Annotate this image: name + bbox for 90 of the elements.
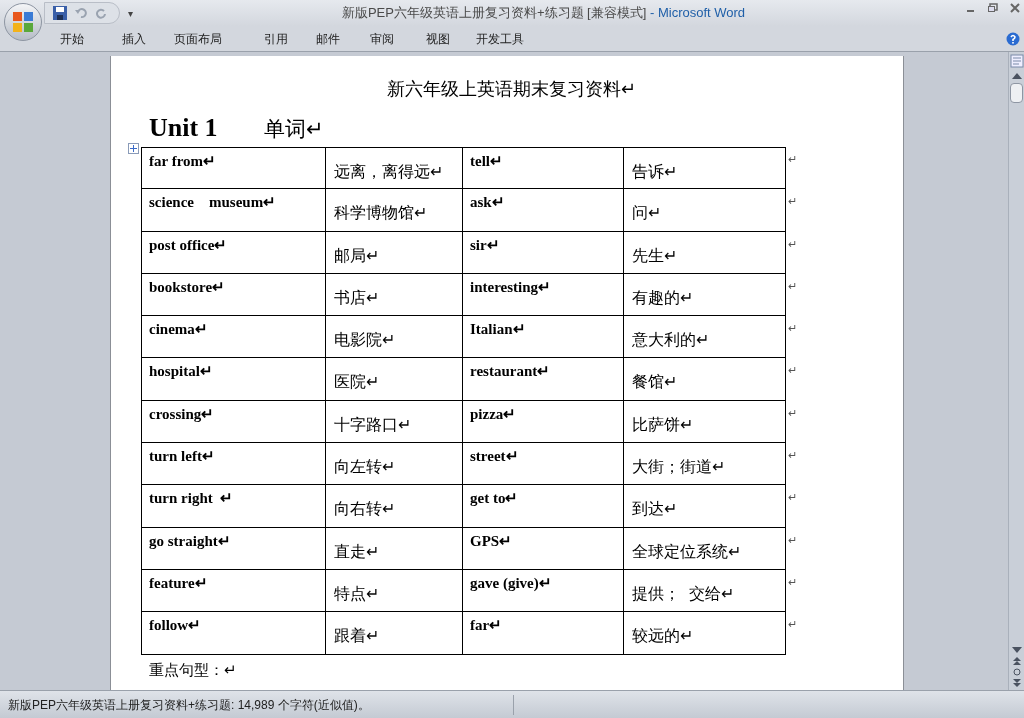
table-cell: far↵ bbox=[463, 612, 624, 655]
table-cell: crossing↵ bbox=[141, 400, 326, 444]
restore-icon[interactable] bbox=[988, 3, 998, 13]
end-of-row-mark: ↵ bbox=[788, 278, 797, 294]
unit-heading: Unit 1 bbox=[149, 113, 218, 143]
window-title: 新版PEP六年级英语上册复习资料+练习题 [兼容模式] bbox=[341, 5, 647, 21]
end-of-row-mark: ↵ bbox=[788, 236, 797, 252]
end-of-row-mark: ↵ bbox=[788, 490, 797, 506]
table-cell: 邮局↵ bbox=[326, 231, 463, 274]
table-cell: 餐馆↵ bbox=[624, 358, 786, 401]
table-cell: 特点↵ bbox=[326, 569, 463, 613]
document-title: 新六年级上英语期末复习资料↵ bbox=[386, 78, 636, 101]
table-cell: 问↵ bbox=[624, 189, 786, 232]
table-cell: 电影院↵ bbox=[326, 316, 463, 359]
table-cell: 向左转↵ bbox=[326, 443, 463, 486]
table-cell: gave (give)↵ bbox=[463, 569, 624, 613]
table-cell: 直走↵ bbox=[326, 527, 463, 570]
table-cell: go straight↵ bbox=[141, 527, 326, 570]
ribbon-tab[interactable]: 插入 bbox=[112, 27, 164, 50]
table-cell: bookstore↵ bbox=[141, 273, 326, 317]
table-cell: 有趣的↵ bbox=[624, 273, 786, 317]
table-cell: 跟着↵ bbox=[326, 612, 463, 655]
next-page-icon[interactable] bbox=[1012, 679, 1021, 687]
table-cell: cinema↵ bbox=[141, 316, 326, 359]
ruler-toggle-icon[interactable] bbox=[1009, 54, 1024, 68]
section-heading: 单词↵ bbox=[263, 116, 324, 142]
end-of-row-mark: ↵ bbox=[788, 152, 797, 167]
customize-toolbar-button[interactable]: ▾ bbox=[128, 5, 133, 21]
scroll-down-icon[interactable] bbox=[1011, 647, 1022, 654]
table-cell: science museum↵ bbox=[141, 189, 326, 232]
table-cell: feature↵ bbox=[141, 569, 326, 613]
end-of-row-mark: ↵ bbox=[788, 532, 797, 548]
table-cell: pizza↵ bbox=[463, 400, 624, 444]
table-move-handle-icon[interactable] bbox=[128, 143, 139, 154]
scroll-up-icon[interactable] bbox=[1011, 72, 1022, 79]
table-cell: 书店↵ bbox=[326, 273, 463, 317]
table-cell: 全球定位系统↵ bbox=[624, 527, 786, 570]
end-of-row-mark: ↵ bbox=[788, 405, 797, 421]
table-cell: street↵ bbox=[463, 443, 624, 486]
scroll-thumb[interactable] bbox=[1010, 83, 1023, 103]
browse-object-icon[interactable] bbox=[1012, 668, 1021, 676]
end-of-row-mark: ↵ bbox=[788, 617, 797, 633]
table-cell: 先生↵ bbox=[624, 231, 786, 274]
end-of-row-mark: ↵ bbox=[788, 321, 797, 337]
table-cell: interesting↵ bbox=[463, 273, 624, 317]
ribbon-tab[interactable]: 开发工具 bbox=[466, 27, 536, 50]
table-cell: 向右转↵ bbox=[326, 485, 463, 528]
table-cell: turn left↵ bbox=[141, 443, 326, 486]
table-cell: hospital↵ bbox=[141, 358, 326, 401]
ribbon-tab[interactable]: 审阅 bbox=[360, 27, 416, 50]
table-cell: 比萨饼↵ bbox=[624, 400, 786, 444]
table-cell: Italian↵ bbox=[463, 316, 624, 359]
office-button[interactable] bbox=[4, 3, 42, 41]
table-cell: 大街；街道↵ bbox=[624, 443, 786, 486]
close-icon[interactable] bbox=[1010, 3, 1020, 13]
table-cell: turn right ↵ bbox=[141, 485, 326, 528]
ribbon-tab[interactable]: 页面布局 bbox=[164, 27, 254, 50]
table-cell: 意大利的↵ bbox=[624, 316, 786, 359]
table-cell: 提供； 交给↵ bbox=[624, 569, 786, 613]
table-cell: 到达↵ bbox=[624, 485, 786, 528]
ribbon-tab[interactable]: 邮件 bbox=[306, 27, 360, 50]
table-cell: restaurant↵ bbox=[463, 358, 624, 401]
table-cell: post office↵ bbox=[141, 231, 326, 274]
table-cell: 医院↵ bbox=[326, 358, 463, 401]
office-logo-icon bbox=[12, 11, 34, 33]
table-cell: 十字路口↵ bbox=[326, 400, 463, 444]
table-cell: tell↵ bbox=[463, 147, 624, 190]
table-cell: 远离，离得远↵ bbox=[326, 147, 463, 190]
end-of-row-mark: ↵ bbox=[788, 448, 797, 464]
table-cell: 告诉↵ bbox=[624, 147, 786, 190]
save-icon[interactable] bbox=[53, 6, 67, 20]
help-icon[interactable] bbox=[1006, 31, 1020, 46]
status-text: 新版PEP六年级英语上册复习资料+练习题: 14,989 个字符(近似值)。 bbox=[7, 696, 370, 714]
table-cell: 较远的↵ bbox=[624, 612, 786, 655]
table-cell: 科学博物馆↵ bbox=[326, 189, 463, 232]
end-of-row-mark: ↵ bbox=[788, 363, 797, 379]
app-name: - Microsoft Word bbox=[650, 5, 746, 21]
table-cell: get to↵ bbox=[463, 485, 624, 528]
end-of-row-mark: ↵ bbox=[788, 194, 797, 210]
table-cell: GPS↵ bbox=[463, 527, 624, 570]
table-cell: sir↵ bbox=[463, 231, 624, 274]
table-cell: far from↵ bbox=[141, 147, 326, 190]
ribbon-tab[interactable]: 开始 bbox=[50, 27, 112, 50]
end-of-row-mark: ↵ bbox=[788, 574, 797, 590]
body-text: 重点句型：↵ bbox=[149, 659, 238, 680]
ribbon-tab[interactable]: 视图 bbox=[416, 27, 466, 50]
ribbon-tab[interactable]: 引用 bbox=[254, 27, 306, 50]
previous-page-icon[interactable] bbox=[1012, 657, 1021, 665]
table-cell: follow↵ bbox=[141, 612, 326, 655]
table-cell: ask↵ bbox=[463, 189, 624, 232]
